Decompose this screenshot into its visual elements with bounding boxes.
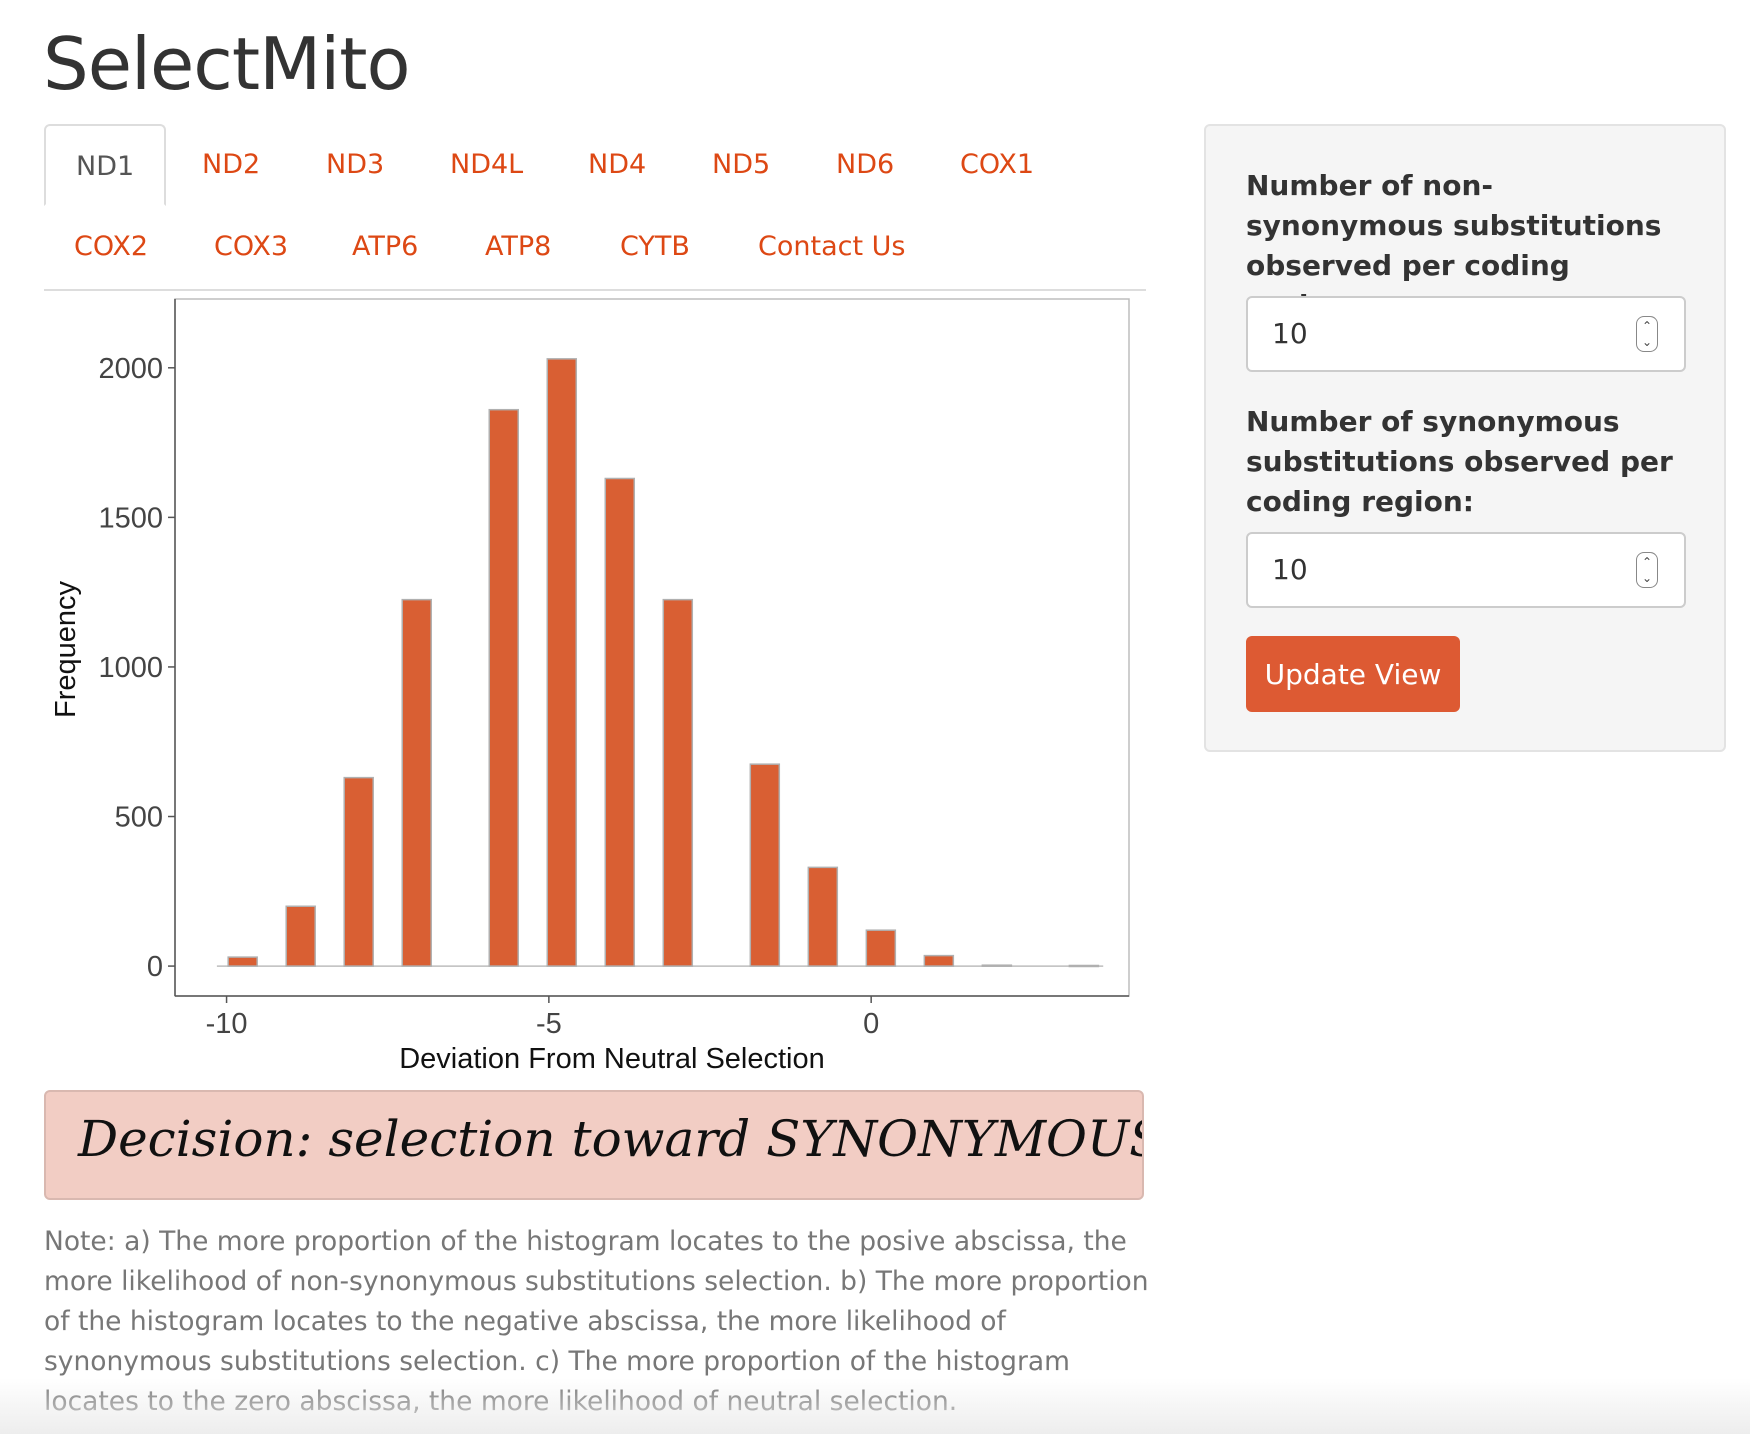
decision-text: Decision: selection toward SYNONYMOUS su…	[78, 1110, 1144, 1168]
y-tick-label: 1500	[98, 502, 163, 534]
tab-nd5[interactable]: ND5	[682, 124, 800, 206]
histogram-bar	[865, 929, 897, 967]
histogram-bar	[749, 763, 781, 967]
tab-nd2[interactable]: ND2	[172, 124, 290, 206]
y-tick-label: 1000	[98, 652, 163, 684]
tab-atp6[interactable]: ATP6	[322, 206, 448, 288]
decision-banner: Decision: selection toward SYNONYMOUS su…	[44, 1090, 1144, 1200]
x-tick-label: -10	[206, 1008, 248, 1040]
y-tick-label: 2000	[98, 353, 163, 385]
gene-tabs: ND1 ND2 ND3 ND4L ND4 ND5 ND6 COX1 COX2 C…	[44, 124, 1146, 291]
syn-value: 10	[1272, 553, 1308, 586]
tab-nd4l[interactable]: ND4L	[420, 124, 553, 206]
spinner-arrows-icon[interactable]: ⌃ ⌄	[1636, 316, 1658, 352]
tab-cox3[interactable]: COX3	[184, 206, 318, 288]
tab-nd4[interactable]: ND4	[558, 124, 676, 206]
update-view-button[interactable]: Update View	[1246, 636, 1460, 712]
tab-nd1[interactable]: ND1	[44, 124, 167, 206]
histogram-bar	[285, 905, 316, 967]
histogram-bar	[807, 866, 839, 967]
histogram-bar	[546, 358, 578, 967]
y-axis-label: Frequency	[50, 580, 82, 718]
tab-cox1[interactable]: COX1	[930, 124, 1064, 206]
x-tick-label: -5	[536, 1008, 562, 1040]
app-title: SelectMito	[43, 22, 411, 106]
spinner-arrows-icon[interactable]: ⌃ ⌄	[1636, 552, 1658, 588]
histogram-bar	[488, 408, 519, 967]
bottom-fade	[0, 1378, 1750, 1434]
histogram-bar	[227, 956, 258, 967]
x-tick-label: 0	[863, 1008, 879, 1040]
histogram-bar	[923, 954, 955, 967]
y-tick-label: 500	[115, 802, 163, 834]
histogram-bar	[401, 598, 432, 967]
tab-cytb[interactable]: CYTB	[590, 206, 720, 288]
histogram-bar	[1068, 964, 1100, 968]
tab-atp8[interactable]: ATP8	[455, 206, 581, 288]
histogram-bar	[604, 477, 636, 967]
tab-nd3[interactable]: ND3	[296, 124, 414, 206]
tab-nd6[interactable]: ND6	[806, 124, 924, 206]
plot-panel	[174, 298, 1130, 997]
tab-contact-us[interactable]: Contact Us	[728, 206, 935, 288]
tab-cox2[interactable]: COX2	[44, 206, 178, 288]
syn-label: Number of synonymous substitutions obser…	[1246, 405, 1673, 518]
side-panel: Number of non-synonymous substitutions o…	[1204, 124, 1726, 752]
y-tick-label: 0	[147, 951, 163, 983]
syn-input[interactable]: 10 ⌃ ⌄	[1246, 532, 1686, 608]
histogram-chart: 0 500 1000 1500 2000 -10 -5 0 Deviation From Neu…	[50, 298, 1130, 1075]
histogram-bar	[981, 964, 1013, 967]
x-axis-label: Deviation From Neutral Selection	[399, 1043, 825, 1075]
nonsyn-input[interactable]: 10 ⌃ ⌄	[1246, 296, 1686, 372]
histogram-bar	[343, 776, 374, 967]
nonsyn-value: 10	[1272, 317, 1308, 350]
histogram-bar	[662, 598, 694, 967]
